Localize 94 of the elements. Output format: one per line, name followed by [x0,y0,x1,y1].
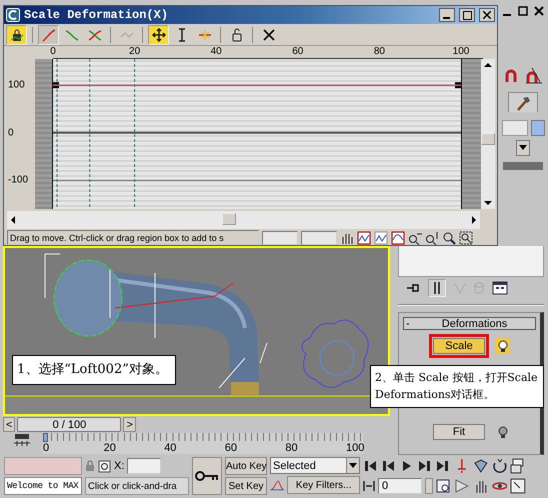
curve-icon[interactable] [42,28,56,42]
maximize-button[interactable] [459,8,475,22]
callout-text: 1、选择“Loft002”对象。 [12,355,176,384]
maximize-viewport-icon[interactable] [510,478,526,494]
crosshair-icon[interactable] [98,460,111,472]
frame-marker[interactable] [43,433,48,442]
move-icon[interactable] [152,28,166,42]
tick-label: 20 [104,442,116,454]
next-frame-button[interactable]: > [123,417,136,432]
scrollbar[interactable] [7,211,480,229]
frame-field[interactable]: 0 [378,478,422,494]
rollout-header[interactable]: - Deformations [403,317,536,330]
go-to-start-icon[interactable] [363,460,378,472]
magnet-icon[interactable] [504,67,518,83]
axis-label: 100 [8,80,25,91]
insert-point-icon[interactable] [198,28,212,42]
funnel-icon [454,282,466,294]
set-key-mode-button[interactable]: Set Key [225,477,267,495]
list-header [503,162,543,170]
utilities-tab[interactable] [508,92,538,112]
callout-text: 2、单击 Scale 按钮，打开Scale Deformations对话框。 [370,365,544,408]
scrollbar[interactable] [481,59,495,209]
dropdown-button[interactable] [516,140,530,156]
lock-icon[interactable] [10,28,24,42]
tool-button[interactable] [148,24,169,44]
tick-label: 80 [285,442,298,454]
next-frame-icon[interactable] [417,460,432,472]
key-mode-icon[interactable] [363,480,375,492]
script-listener-field[interactable] [4,457,82,475]
cylinder-icon [474,282,484,294]
dropdown-arrow-icon [519,145,527,151]
deformation-button[interactable]: Scale [433,338,485,354]
set-key-button[interactable] [192,457,222,495]
tick-label: 60 [224,442,238,454]
minimize-button[interactable] [439,8,455,22]
time-slider-thumb[interactable]: 0 / 100 [17,417,122,432]
maximize-icon[interactable] [518,6,528,16]
ruler-label: 80 [374,46,385,58]
zoom-horizontal-icon[interactable] [408,230,422,244]
ruler-label: 0 [50,46,56,58]
value-field[interactable] [301,230,337,244]
hammer-icon[interactable] [515,94,531,110]
track-bar[interactable]: 0 20 40 60 80 100 [43,433,363,454]
scroll-thumb[interactable] [481,133,495,145]
close-icon [483,11,491,19]
zoom-vertical-icon[interactable] [425,230,439,244]
close-icon[interactable] [534,6,544,16]
axis-label: -100 [8,174,28,186]
ruler-label: 100 [452,46,470,58]
delete-icon[interactable] [262,28,276,42]
status-text: Drag to move. Ctrl-click or drag region box to add to s [7,230,259,245]
previous-frame-icon[interactable] [381,460,396,472]
ruler-label: 40 [210,46,222,58]
auto-key-button[interactable]: Auto Key [225,457,267,475]
deformation-button[interactable]: Fit [433,424,485,440]
key-mode-dropdown[interactable]: Selected [270,457,360,474]
angle-snap-icon[interactable] [524,66,542,84]
coordinate-label: X: [114,460,124,472]
crossed-curves-icon[interactable] [88,28,102,42]
app-icon[interactable] [6,8,20,22]
color-swatch[interactable] [530,120,544,136]
scroll-thumb[interactable] [222,213,236,225]
key-curve-icon[interactable] [270,478,284,492]
previous-frame-button[interactable]: < [3,417,16,432]
pin-icon[interactable] [406,282,420,294]
frame-field[interactable] [262,230,298,244]
prompt-text: Click or click-and-dra [85,477,189,495]
window-title: Scale Deformation(X) [24,8,170,22]
curve-line[interactable] [53,84,461,86]
padlock-icon[interactable] [230,28,244,42]
close-button[interactable] [479,8,495,22]
ruler-label: 60 [292,46,304,58]
viewport-layout-icon[interactable] [510,458,526,474]
tick-label: 100 [346,442,364,454]
time-configuration-icon[interactable] [436,479,450,493]
tick-label: 40 [164,442,176,454]
curve-editor-icon[interactable] [13,433,31,449]
dropdown-arrow-icon [349,462,357,468]
key-filters-button[interactable]: Key Filters... [287,476,360,494]
show-end-result-button[interactable] [428,279,446,297]
ruler-label: 20 [129,46,140,58]
configure-icon[interactable] [492,281,508,295]
name-field[interactable] [502,120,528,136]
coordinate-field[interactable] [127,458,162,474]
zoom-region-icon[interactable] [459,230,473,244]
maximize-icon [462,10,472,20]
key-icon[interactable] [195,470,219,482]
axis-label: 0 [8,127,14,138]
tick-label: 0 [43,442,50,454]
go-to-end-icon[interactable] [435,460,450,472]
curve-graph[interactable] [53,59,461,209]
pipe-icon[interactable] [433,281,441,295]
welcome-field[interactable]: Welcome to MAX [4,477,82,495]
tool-button[interactable] [6,24,27,44]
